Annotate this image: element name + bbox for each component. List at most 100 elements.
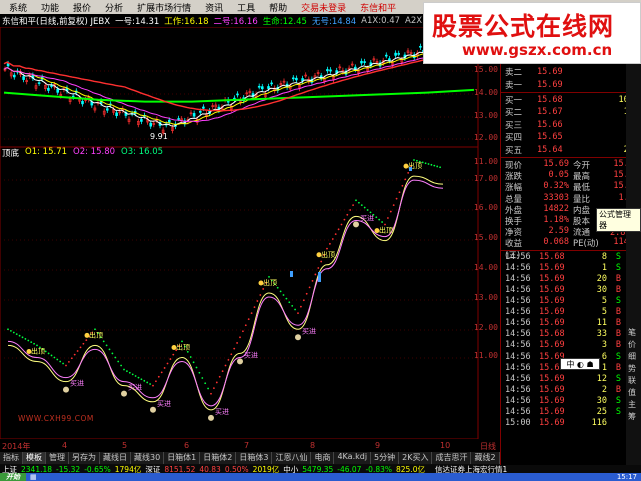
vertical-tab-5[interactable]: 值 [628,387,636,398]
sell-level-cell: 15.69 [537,79,563,90]
vertical-tab-0[interactable]: 笔 [628,327,636,338]
date-tick: 4 [62,441,68,450]
sh-pct: -0.65% [84,465,111,473]
formula-tab[interactable]: 2K买入 [399,452,433,464]
buy-level-cell: 买五 [505,145,523,156]
vertical-tab-3[interactable]: 势 [628,363,636,374]
vertical-tab-4[interactable]: 联 [628,375,636,386]
formula-tab[interactable]: 模板 [23,452,46,464]
buy-level-cell: 买一 [505,96,523,106]
formula-tab[interactable]: 江恩八仙 [272,452,312,464]
formula-tab[interactable]: 管理 [46,452,69,464]
formula-tab[interactable]: 日箱体1 [164,452,201,464]
trend-dot [134,375,137,377]
menu-item[interactable]: 扩展市场行情 [130,1,198,14]
menu-item[interactable]: 报价 [66,1,98,14]
formula-tab[interactable]: 日箱体2 [200,452,237,464]
start-button[interactable]: 开始 [0,473,26,481]
tick-row-cell: 2 [601,384,607,395]
buy-level-cell: 15.68 [537,95,563,105]
quote-row-cell: PE(动) [573,239,599,250]
signal-bottom-icon [353,221,359,228]
formula-tab[interactable]: 5分钟 [371,452,400,464]
formula-tab[interactable]: 另存为 [69,452,100,464]
menu-right-item[interactable]: 交易未登录 [294,1,353,14]
signal-top-icon [26,348,32,354]
trend-dot [114,356,117,359]
vertical-tab-2[interactable]: 细 [628,351,636,362]
indicator-o3: O3: 16.05 [121,147,164,157]
trend-dot [285,297,288,300]
tick-row-cell: 15.69 [539,373,565,384]
trend-dot [227,358,230,361]
chart-legend-value: 16.16 [233,16,258,27]
trend-dot [262,288,265,290]
menu-item[interactable]: 系统 [2,1,34,14]
sh-change: -15.32 [56,465,81,473]
formula-tab[interactable]: 电商 [311,452,335,464]
indicator-name: 顶底 [2,149,20,159]
quote-row-cell: 33303 [543,192,569,203]
tick-row-cell: 3 [601,340,607,351]
trend-dot [47,352,50,355]
formula-tab[interactable]: 指标 [0,452,23,464]
tick-row-cell: S [615,262,621,273]
menu-item[interactable]: 工具 [230,1,262,14]
tick-row-cell: 20 [596,273,607,284]
buy-level: 买四15.6578 [505,131,639,143]
menu-item[interactable]: 资讯 [198,1,230,14]
tick-row-cell: 14:56 [505,384,531,395]
site-logo: 股票公式在线网 www.gszx.com.cn [423,2,641,64]
trend-dot [326,247,328,250]
formula-tab[interactable]: 藏线日 [100,452,131,464]
formula-tab[interactable]: 藏线2 [471,452,500,464]
date-tick: 6 [184,441,190,450]
trend-dot [317,267,320,269]
signal-bottom-icon [121,390,127,397]
tick-row-cell: S [615,373,621,384]
trend-dot [253,306,256,308]
menu-item[interactable]: 分析 [98,1,130,14]
signal-bottom-icon [150,406,156,413]
tick-row-cell: 15:00 [505,418,531,429]
trend-dot [181,340,183,343]
vertical-tab-6[interactable]: 主 [628,399,636,410]
trend-dot [360,204,363,207]
formula-tab[interactable]: 4Ka.kdj [334,452,372,464]
vertical-tab-7[interactable]: 筹 [628,411,636,422]
trend-dot [169,358,172,360]
tick-row-cell [607,418,621,429]
trend-dot [230,353,233,356]
candle-body [397,53,401,55]
candle-body [22,76,25,80]
trend-dot [18,334,21,337]
trend-dot [297,312,299,315]
chart-title-name: 东信和平(日线,前复权) JEBX [2,16,111,27]
candle-body [295,77,298,81]
vertical-tabs[interactable]: 笔价细势联值主筹 [626,27,641,465]
trend-dot [146,381,149,384]
menu-item[interactable]: 帮助 [262,1,294,14]
menu-item[interactable]: 功能 [34,1,66,14]
formula-tab[interactable]: 日箱体3 [236,452,273,464]
tick-row-cell: B [615,340,621,351]
trend-dot [128,371,131,374]
formula-tab[interactable]: 藏线30 [131,452,165,464]
kline-chart[interactable]: 9.91出顶出顶出顶出顶出顶出顶出顶买进买进买进买进买进买进买进 [0,27,500,439]
trend-dot [384,223,386,226]
menu-right-item[interactable]: 东信和平 [353,1,403,14]
trend-dot [189,356,192,358]
formula-tab[interactable]: 成吉思汗 [432,452,472,464]
sz-label: 深证 [145,465,161,473]
candle-body [260,86,264,90]
trend-dot [33,342,35,345]
vertical-tab-1[interactable]: 价 [628,339,636,350]
trend-dot [79,346,82,349]
chart-legend-label: 工作: [164,16,185,27]
ime-indicator[interactable]: 中 ◐ ☗ [560,358,600,370]
tick-row-cell: 14:56 [505,251,531,262]
tick-row-cell: B [615,273,621,284]
tick-row-cell: 15.69 [539,395,565,406]
chart-legend-label: A2X: [405,15,425,26]
buy-level: 买五15.64226 [505,144,639,156]
